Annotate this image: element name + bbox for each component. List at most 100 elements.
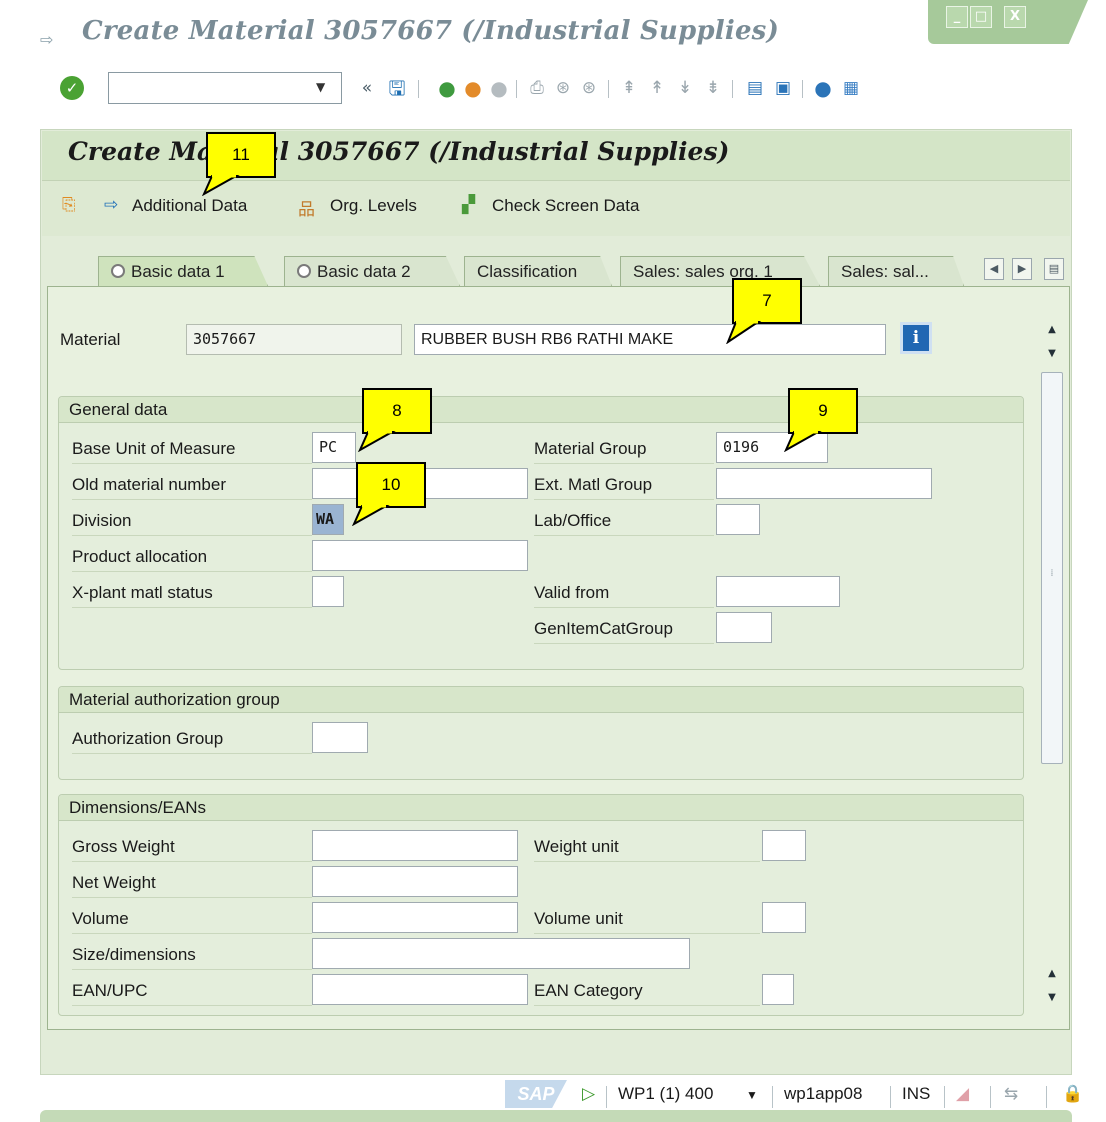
base-uom-field[interactable]: PC — [312, 432, 356, 463]
material-group-label: Material Group — [534, 434, 714, 464]
save-icon[interactable]: 🖫 — [386, 76, 408, 100]
scroll-up-icon[interactable]: ▲ — [1041, 966, 1063, 982]
org-levels-icon[interactable]: 品 — [298, 195, 315, 220]
xplant-status-field[interactable] — [312, 576, 344, 607]
window-title: Create Material 3057667 (/Industrial Sup… — [82, 16, 780, 46]
info-icon[interactable]: i — [900, 322, 932, 354]
command-field[interactable] — [108, 72, 342, 104]
layout-icon[interactable]: ⇆ — [1004, 1084, 1018, 1104]
find-next-icon[interactable]: ⊛ — [578, 76, 600, 100]
toolbar-separator — [418, 80, 419, 98]
gross-weight-field[interactable] — [312, 830, 518, 861]
tab-list-icon[interactable]: ▤ — [1044, 258, 1064, 280]
callout-7: 7 — [732, 278, 802, 324]
product-allocation-label: Product allocation — [72, 542, 312, 572]
valid-from-field[interactable] — [716, 576, 840, 607]
net-weight-field[interactable] — [312, 866, 518, 897]
find-icon[interactable]: ⊛ — [552, 76, 574, 100]
tab-scroll-right-icon[interactable]: ▶ — [1012, 258, 1032, 280]
maximize-button[interactable]: □ — [970, 6, 992, 28]
close-button[interactable]: X — [1004, 6, 1026, 28]
next-page-icon[interactable]: ↡ — [674, 76, 696, 100]
material-number-field[interactable]: 3057667 — [186, 324, 402, 355]
chevron-down-icon[interactable]: ▼ — [746, 1088, 758, 1102]
callout-pointer — [202, 174, 240, 196]
shortcut-icon[interactable]: ▣ — [772, 76, 794, 100]
last-page-icon[interactable]: ⇟ — [702, 76, 724, 100]
division-field[interactable]: WA — [312, 504, 344, 535]
exit-icon[interactable]: ● — [462, 76, 484, 100]
additional-data-button[interactable]: Additional Data — [132, 196, 247, 216]
play-icon[interactable]: ▷ — [582, 1084, 595, 1104]
server-info: wp1app08 — [784, 1084, 863, 1103]
insert-mode[interactable]: INS — [902, 1084, 930, 1104]
alert-icon[interactable]: ◢ — [956, 1084, 969, 1104]
toolbar-separator — [802, 80, 803, 98]
minimize-button[interactable]: _ — [946, 6, 968, 28]
chevron-down-icon[interactable]: ▼ — [316, 80, 325, 94]
copy-from-icon[interactable]: ⎘ — [62, 195, 76, 215]
arrow-right-icon[interactable]: ⇨ — [104, 195, 118, 215]
ext-matl-group-field[interactable] — [716, 468, 932, 499]
check-screen-icon[interactable]: ▞ — [462, 195, 475, 215]
tab-sales-more[interactable]: Sales: sal... — [828, 256, 964, 286]
help-icon[interactable]: ● — [812, 76, 834, 100]
status-separator — [890, 1086, 891, 1108]
volume-unit-label: Volume unit — [534, 904, 760, 934]
lab-office-label: Lab/Office — [534, 506, 714, 536]
tab-scroll-left-icon[interactable]: ◀ — [984, 258, 1004, 280]
lock-icon[interactable]: 🔒 — [1062, 1084, 1083, 1104]
callout-10: 10 — [356, 462, 426, 508]
tab-label: Basic data 2 — [317, 262, 411, 281]
material-description-field[interactable]: RUBBER BUSH RB6 RATHI MAKE — [414, 324, 886, 355]
xplant-status-label: X-plant matl status — [72, 578, 312, 608]
callout-8: 8 — [362, 388, 432, 434]
cancel-icon[interactable]: ● — [488, 76, 510, 100]
customize-layout-icon[interactable]: ▦ — [840, 76, 862, 100]
product-allocation-field[interactable] — [312, 540, 528, 571]
check-screen-data-button[interactable]: Check Screen Data — [492, 196, 639, 216]
ean-category-label: EAN Category — [534, 976, 760, 1006]
authorization-group-field[interactable] — [312, 722, 368, 753]
scroll-down-icon[interactable]: ▼ — [1041, 346, 1063, 362]
tab-classification[interactable]: Classification — [464, 256, 612, 286]
org-levels-button[interactable]: Org. Levels — [330, 196, 417, 216]
toolbar-separator — [608, 80, 609, 98]
tab-basic-data-2[interactable]: Basic data 2 — [284, 256, 460, 286]
material-label: Material — [60, 330, 121, 349]
weight-unit-field[interactable] — [762, 830, 806, 861]
callout-pointer — [784, 430, 822, 452]
lab-office-field[interactable] — [716, 504, 760, 535]
callout-pointer — [352, 504, 390, 526]
volume-field[interactable] — [312, 902, 518, 933]
tab-label: Classification — [477, 262, 578, 281]
collapse-toolbar-icon[interactable]: « — [356, 76, 378, 100]
check-circle-icon[interactable]: ✓ — [60, 76, 84, 100]
ean-category-field[interactable] — [762, 974, 794, 1005]
volume-unit-field[interactable] — [762, 902, 806, 933]
volume-label: Volume — [72, 904, 312, 934]
callout-9: 9 — [788, 388, 858, 434]
ean-upc-field[interactable] — [312, 974, 528, 1005]
gen-item-cat-group-field[interactable] — [716, 612, 772, 643]
print-icon[interactable]: ⎙ — [526, 76, 548, 100]
create-session-icon[interactable]: ▤ — [744, 76, 766, 100]
previous-page-icon[interactable]: ↟ — [646, 76, 668, 100]
tab-basic-data-1[interactable]: Basic data 1 — [98, 256, 268, 286]
callout-11: 11 — [206, 132, 276, 178]
system-info[interactable]: WP1 (1) 400 — [618, 1084, 713, 1104]
authorization-group-label: Authorization Group — [72, 724, 312, 754]
scroll-up-icon[interactable]: ▲ — [1041, 322, 1063, 338]
valid-from-label: Valid from — [534, 578, 714, 608]
group-title: Dimensions/EANs — [59, 795, 1023, 821]
size-dimensions-field[interactable] — [312, 938, 690, 969]
status-separator — [944, 1086, 945, 1108]
scroll-down-icon[interactable]: ▼ — [1041, 990, 1063, 1006]
window-menu-icon[interactable]: ⇨ — [40, 30, 60, 49]
status-separator — [606, 1086, 607, 1108]
first-page-icon[interactable]: ⇞ — [618, 76, 640, 100]
base-uom-label: Base Unit of Measure — [72, 434, 312, 464]
scroll-grip-icon[interactable]: ⁞ — [1041, 566, 1063, 582]
callout-pointer — [726, 320, 762, 344]
back-icon[interactable]: ● — [436, 76, 458, 100]
